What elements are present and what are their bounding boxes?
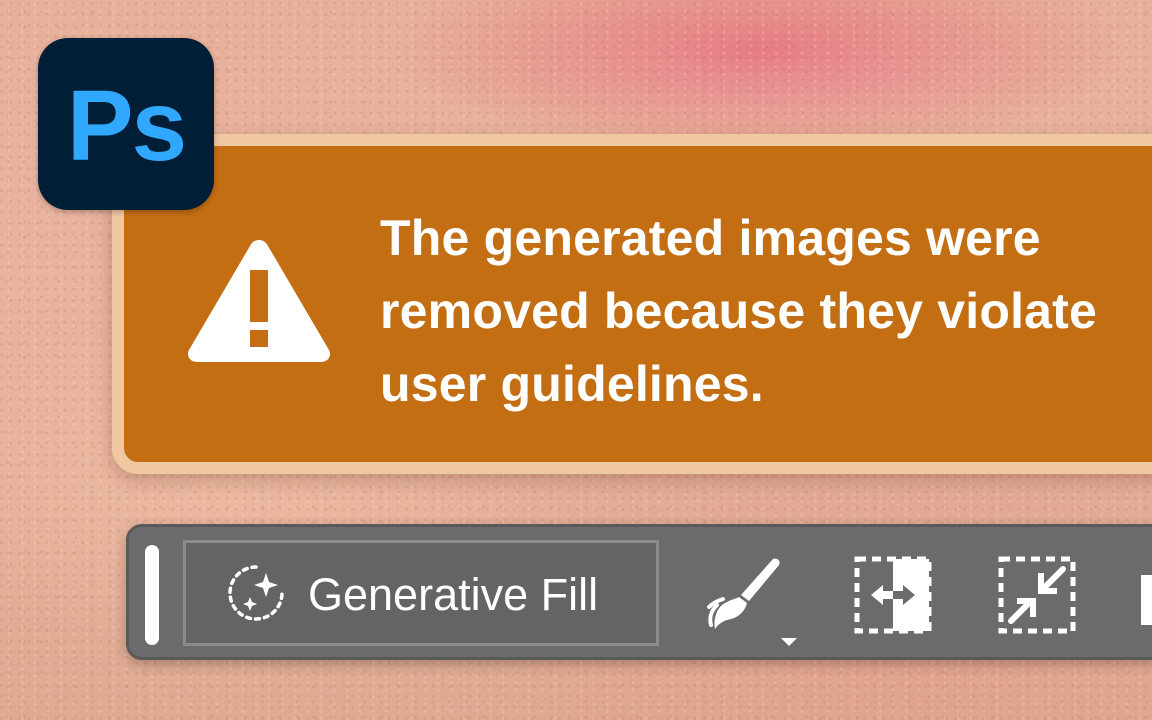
brush-icon <box>707 558 780 629</box>
generative-fill-sparkle-icon <box>228 565 284 621</box>
brush-dropdown-caret-icon[interactable] <box>781 638 797 646</box>
generative-fill-button[interactable]: Generative Fill <box>183 540 659 646</box>
brush-tool-button[interactable] <box>703 553 787 637</box>
violation-alert: The generated images were removed becaus… <box>112 134 1152 474</box>
shrink-selection-icon <box>998 556 1076 634</box>
drag-handle[interactable] <box>145 545 159 645</box>
contextual-task-bar: Generative Fill <box>126 524 1152 660</box>
swap-selection-button[interactable] <box>851 553 935 637</box>
generative-fill-label: Generative Fill <box>308 569 599 620</box>
warning-triangle-icon <box>187 240 331 362</box>
more-tools-button[interactable] <box>1141 575 1152 625</box>
swap-selection-icon <box>854 556 932 634</box>
photoshop-logo-text: Ps <box>66 69 187 182</box>
photoshop-logo: Ps <box>38 38 214 210</box>
alert-message: The generated images were removed becaus… <box>380 210 1098 412</box>
shrink-selection-button[interactable] <box>995 553 1079 637</box>
